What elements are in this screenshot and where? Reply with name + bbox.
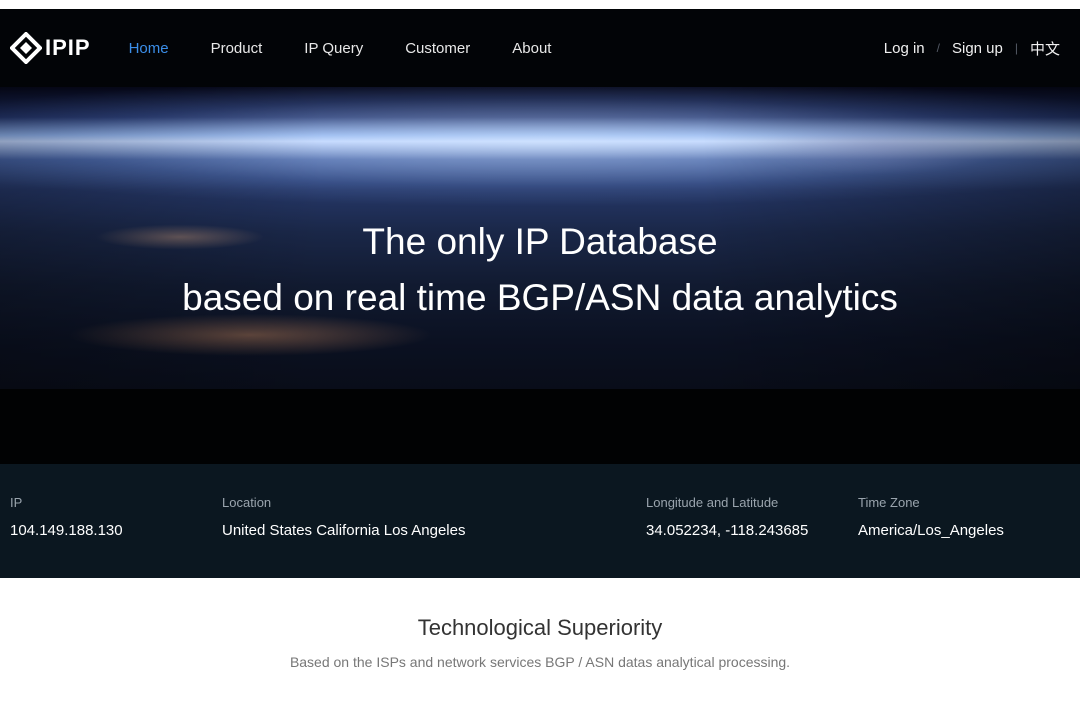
coordinates-value: 34.052234, -118.243685	[646, 522, 809, 539]
hero-line-2: based on real time BGP/ASN data analytic…	[182, 277, 898, 318]
signup-link[interactable]: Sign up	[952, 40, 1003, 57]
location-label: Location	[222, 495, 272, 510]
section-subtitle: Based on the ISPs and network services B…	[289, 654, 791, 670]
ip-label: IP	[10, 495, 23, 510]
hero-headline: The only IP Database based on real time …	[0, 214, 1080, 326]
nav-about[interactable]: About	[512, 40, 551, 57]
ip-info-coordinates: Longitude and Latitude 34.052234, -118.2…	[646, 494, 808, 541]
ip-value: 104.149.188.130	[10, 522, 123, 539]
nav-home[interactable]: Home	[129, 40, 169, 57]
nav-separator: /	[936, 41, 940, 55]
language-switch[interactable]: 中文	[1030, 38, 1060, 59]
ip-info-panel: IP 104.149.188.130 Location United State…	[0, 464, 1080, 578]
logo-text: IPIP	[45, 35, 91, 60]
ip-info-location: Location United States California Los An…	[222, 494, 465, 541]
ip-info-timezone: Time Zone America/Los_Angeles	[858, 494, 1004, 541]
ipip-logo-icon	[10, 32, 42, 64]
timezone-value: America/Los_Angeles	[858, 522, 1004, 539]
nav-product[interactable]: Product	[211, 40, 263, 57]
location-value: United States California Los Angeles	[222, 522, 466, 539]
nav-separator-2: |	[1014, 41, 1018, 55]
coordinates-label: Longitude and Latitude	[646, 495, 779, 510]
hero-bottom-band	[0, 389, 1080, 464]
main-nav: Home Product IP Query Customer About	[129, 40, 594, 57]
nav-customer[interactable]: Customer	[405, 40, 470, 57]
account-links: Log in / Sign up | 中文	[884, 9, 1060, 87]
site-logo[interactable]: IPIP	[10, 28, 91, 68]
ip-info-ip: IP 104.149.188.130	[10, 494, 123, 541]
hero-line-1: The only IP Database	[362, 221, 718, 262]
page: IPIP Home Product IP Query Customer Abou…	[0, 0, 1080, 706]
nav-ip-query[interactable]: IP Query	[304, 40, 363, 57]
top-navbar: IPIP Home Product IP Query Customer Abou…	[0, 9, 1080, 87]
section-title: Technological Superiority	[417, 615, 663, 640]
timezone-label: Time Zone	[858, 495, 920, 510]
top-strip	[0, 0, 1080, 9]
login-link[interactable]: Log in	[884, 40, 925, 57]
hero-banner: IPIP Home Product IP Query Customer Abou…	[0, 9, 1080, 464]
